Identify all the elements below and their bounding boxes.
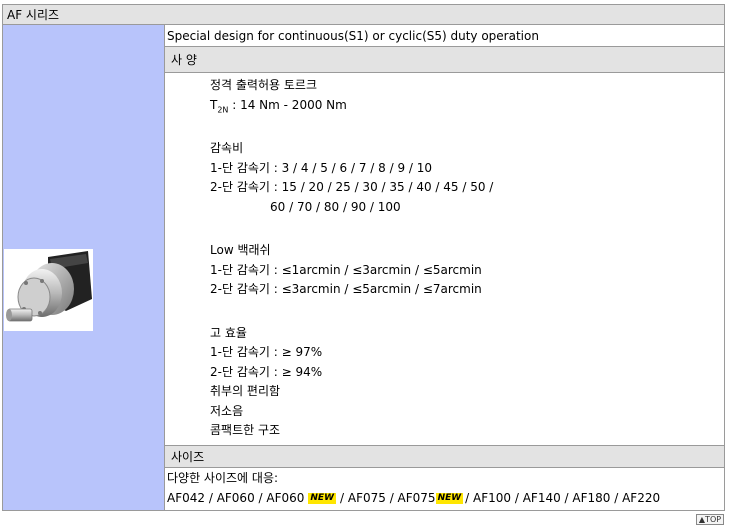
efficiency-2stage: 2-단 감속기 : ≥ 94% [210, 364, 323, 379]
back-to-top-button[interactable]: ▲TOP [696, 514, 724, 525]
size-header: 사이즈 [165, 446, 724, 468]
new-badge: NEW [435, 493, 464, 504]
description: Special design for continuous(S1) or cyc… [165, 25, 724, 47]
size-list-part1: AF042 / AF060 / AF060 [167, 491, 305, 505]
feature-noise: 저소음 [210, 403, 244, 418]
size-list-part3: / AF100 / AF140 / AF180 / AF220 [465, 491, 661, 505]
efficiency-label: 고 효율 [210, 325, 247, 340]
torque-range: : 14 Nm - 2000 Nm [228, 97, 347, 112]
spec-body: 정격 출력허용 토르크 T2N : 14 Nm - 2000 Nm 감속비 1-… [165, 73, 724, 446]
new-badge: NEW [308, 493, 336, 504]
size-body: 다양한 사이즈에 대응: AF042 / AF060 / AF060 NEW / A… [165, 468, 724, 508]
detail-column: Special design for continuous(S1) or cyc… [165, 25, 724, 510]
backlash-2stage: 2-단 감속기 : ≤3arcmin / ≤5arcmin / ≤7arcmin [210, 282, 482, 296]
ratio-2stage: 2-단 감속기 : 15 / 20 / 25 / 30 / 35 / 40 / … [210, 180, 494, 194]
backlash-1stage: 1-단 감속기 : ≤1arcmin / ≤3arcmin / ≤5arcmin [210, 262, 482, 277]
ratio-label: 감속비 [210, 141, 244, 155]
feature-compact: 콤팩트한 구조 [210, 423, 281, 437]
series-title: AF 시리즈 [3, 5, 724, 25]
efficiency-1stage: 1-단 감속기 : ≥ 97% [210, 345, 323, 359]
product-table: AF 시리즈 Special design for continuous(S1)… [2, 4, 725, 511]
spec-header: 사 양 [165, 47, 724, 73]
gearbox-image [4, 249, 93, 331]
torque-value: T2N : 14 Nm - 2000 Nm [210, 96, 724, 116]
backlash-label: Low 백래쉬 [210, 243, 271, 257]
torque-label: 정격 출력허용 토르크 [210, 78, 317, 92]
size-intro: 다양한 사이즈에 대응: [167, 471, 279, 485]
ratio-1stage: 1-단 감속기 : 3 / 4 / 5 / 6 / 7 / 8 / 9 / 10 [210, 160, 433, 175]
image-column [3, 25, 165, 510]
size-list: AF042 / AF060 / AF060 NEW / AF075 / AF075 N… [167, 488, 724, 508]
ratio-2stage-cont: 60 / 70 / 80 / 90 / 100 [270, 199, 401, 214]
torque-subscript: 2N [217, 104, 229, 114]
feature-install: 취부의 편리함 [210, 384, 281, 398]
size-list-part2: / AF075 / AF075 [340, 491, 436, 505]
